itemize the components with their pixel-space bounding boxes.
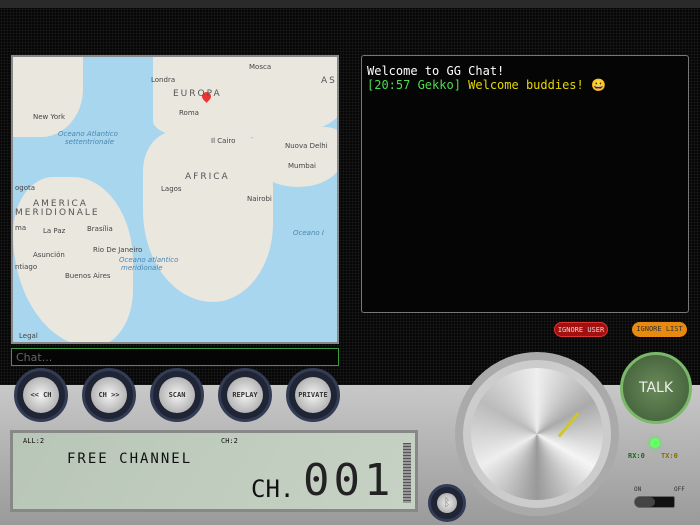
talk-label: TALK <box>638 380 674 396</box>
map-label: Nairobi <box>247 195 272 203</box>
map-label: Lagos <box>161 185 182 193</box>
scan-label: SCAN <box>159 377 195 413</box>
signal-meter <box>403 443 411 503</box>
prev-channel-label: << CH <box>23 377 59 413</box>
welcome-message: Welcome to GG Chat! <box>367 64 505 78</box>
talk-button[interactable]: TALK <box>620 352 692 424</box>
map-label: ma <box>15 224 27 232</box>
map-label: ogota <box>15 184 36 192</box>
bluetooth-button[interactable]: ᛒ <box>428 484 466 522</box>
volume-knob[interactable] <box>455 352 619 516</box>
off-label: OFF <box>674 486 685 493</box>
rx-count: RX:0 <box>628 452 645 460</box>
chat-placeholder: Chat... <box>16 351 53 364</box>
map-label: Nuova Delhi <box>285 142 328 150</box>
channel-count: CH:2 <box>221 437 238 445</box>
channel-name: FREE CHANNEL <box>67 451 193 467</box>
lcd-display: ALL:2 CH:2 FREE CHANNEL CH. 001 <box>10 430 418 512</box>
private-button[interactable]: PRIVATE <box>286 368 340 422</box>
map-label: EUROPA <box>173 89 222 99</box>
channel-number: 001 <box>303 455 395 506</box>
map-label: AFRICA <box>185 172 230 182</box>
map-label: New York <box>33 113 66 121</box>
channel-label: CH. <box>251 475 295 503</box>
replay-label: REPLAY <box>227 377 263 413</box>
replay-button[interactable]: REPLAY <box>218 368 272 422</box>
ignore-user-button[interactable]: IGNORE USER <box>554 322 608 337</box>
map-label: Oceano I <box>293 229 324 237</box>
map-label: Rio De Janeiro <box>93 246 143 254</box>
chat-input[interactable]: Chat... <box>11 348 339 366</box>
toggle-handle[interactable] <box>635 497 655 507</box>
map-label: Asunción <box>33 251 65 259</box>
status-led-icon <box>650 438 660 448</box>
map-label: Roma <box>179 109 199 117</box>
map-label: MERIDIONALE <box>15 208 100 218</box>
map-label: Il Cairo <box>211 137 236 145</box>
map-label: Oceano Atlantico <box>58 130 118 138</box>
power-toggle[interactable] <box>634 496 675 508</box>
message-author: [20:57 Gekko] <box>367 78 461 92</box>
next-channel-label: CH >> <box>91 377 127 413</box>
map-label: La Paz <box>43 227 66 235</box>
knob-indicator <box>557 412 580 438</box>
chat-message: [20:57 Gekko] Welcome buddies! 😀 <box>367 78 683 92</box>
tx-count: TX:0 <box>661 452 678 460</box>
private-label: PRIVATE <box>295 377 331 413</box>
map-label: AS <box>321 76 337 86</box>
all-count: ALL:2 <box>23 437 45 445</box>
map-legal-link[interactable]: Legal <box>19 332 38 340</box>
map-label: Oceano atlantico <box>119 256 179 264</box>
ignore-list-button[interactable]: IGNORE LIST <box>632 322 687 337</box>
map-label: meridionale <box>121 264 163 272</box>
bluetooth-icon: ᛒ <box>437 493 457 513</box>
map-label: Londra <box>151 76 176 84</box>
next-channel-button[interactable]: CH >> <box>82 368 136 422</box>
on-label: ON <box>634 486 642 493</box>
knob-face <box>471 368 603 500</box>
map-label: ntiago <box>15 263 38 271</box>
prev-channel-button[interactable]: << CH <box>14 368 68 422</box>
map-label: Mosca <box>249 63 272 71</box>
message-text: Welcome buddies! 😀 <box>468 78 606 92</box>
map-label: Buenos Aires <box>65 272 111 280</box>
map-label: settentrionale <box>65 138 115 146</box>
map-label: Brasília <box>87 225 113 233</box>
scan-button[interactable]: SCAN <box>150 368 204 422</box>
chat-log[interactable]: Welcome to GG Chat! [20:57 Gekko] Welcom… <box>361 55 689 313</box>
world-map[interactable]: Mosca Londra EUROPA AS New York Roma Oce… <box>11 55 339 344</box>
map-label: Mumbai <box>288 162 316 170</box>
